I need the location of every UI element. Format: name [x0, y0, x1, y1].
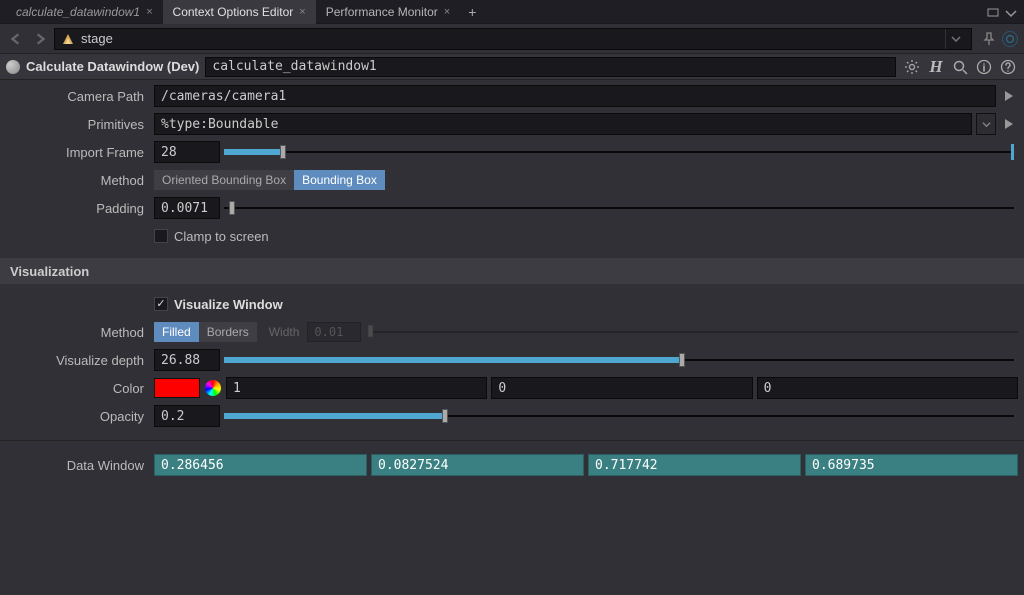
row-camera-path: Camera Path: [6, 84, 1018, 108]
data-window-ymax[interactable]: 0.689735: [805, 454, 1018, 476]
primitives-input[interactable]: [154, 113, 972, 135]
color-r-input[interactable]: [226, 377, 487, 399]
label-vis-method: Method: [6, 325, 154, 340]
visualize-window-checkbox[interactable]: [154, 297, 168, 311]
clamp-to-screen-checkbox[interactable]: [154, 229, 168, 243]
search-icon[interactable]: [950, 57, 970, 77]
pin-icon[interactable]: [980, 30, 998, 48]
jump-to-operator-icon[interactable]: [1000, 87, 1018, 105]
path-dropdown-icon[interactable]: [945, 29, 965, 49]
tab-label: Performance Monitor: [326, 5, 438, 19]
add-tab-button[interactable]: +: [460, 5, 484, 19]
vis-method-toggle: Filled Borders: [154, 322, 257, 342]
color-b-input[interactable]: [757, 377, 1018, 399]
row-data-window: Data Window 0.286456 0.0827524 0.717742 …: [6, 453, 1018, 477]
color-g-input[interactable]: [491, 377, 752, 399]
row-visualize-window: Visualize Window: [6, 292, 1018, 316]
vis-method-filled[interactable]: Filled: [154, 322, 199, 342]
camera-path-input[interactable]: [154, 85, 996, 107]
close-icon[interactable]: ×: [444, 6, 450, 18]
tab-performance-monitor[interactable]: Performance Monitor ×: [316, 0, 460, 24]
back-button[interactable]: [6, 29, 26, 49]
row-primitives: Primitives: [6, 112, 1018, 136]
tab-calculate-datawindow1[interactable]: calculate_datawindow1 ×: [6, 0, 163, 24]
import-frame-value[interactable]: 28: [154, 141, 220, 163]
label-color: Color: [6, 381, 154, 396]
opacity-input[interactable]: [154, 405, 220, 427]
stage-icon: [61, 32, 75, 46]
import-frame-slider[interactable]: [224, 143, 1014, 161]
label-padding: Padding: [6, 201, 154, 216]
tab-label: Context Options Editor: [173, 5, 294, 19]
link-follow-icon[interactable]: [1002, 31, 1018, 47]
label-visualize-depth: Visualize depth: [6, 353, 154, 368]
path-text: stage: [81, 31, 113, 46]
tab-context-options-editor[interactable]: Context Options Editor ×: [163, 0, 316, 24]
data-window-xmin[interactable]: 0.286456: [154, 454, 367, 476]
tab-bar: calculate_datawindow1 × Context Options …: [0, 0, 1024, 24]
visualize-depth-slider[interactable]: [224, 351, 1014, 369]
gear-icon[interactable]: [902, 57, 922, 77]
path-input[interactable]: stage: [54, 28, 972, 50]
padding-input[interactable]: [154, 197, 220, 219]
vis-method-borders[interactable]: Borders: [199, 322, 257, 342]
label-data-window: Data Window: [6, 458, 154, 473]
info-icon[interactable]: [974, 57, 994, 77]
method-option-bb[interactable]: Bounding Box: [294, 170, 385, 190]
node-type-label: Calculate Datawindow (Dev): [26, 59, 199, 74]
clamp-to-screen-label: Clamp to screen: [174, 229, 269, 244]
visualize-window-label: Visualize Window: [174, 297, 283, 312]
houdini-h-icon[interactable]: H: [926, 57, 946, 77]
label-primitives: Primitives: [6, 117, 154, 132]
label-opacity: Opacity: [6, 409, 154, 424]
primitives-dropdown-button[interactable]: [976, 113, 996, 135]
width-input: [307, 322, 361, 342]
label-camera-path: Camera Path: [6, 89, 154, 104]
divider: [0, 440, 1024, 441]
section-visualization[interactable]: Visualization: [0, 258, 1024, 284]
node-type-icon: [6, 60, 20, 74]
label-import-frame: Import Frame: [6, 145, 154, 160]
data-window-ymin[interactable]: 0.0827524: [371, 454, 584, 476]
visualize-depth-input[interactable]: [154, 349, 220, 371]
row-vis-method: Method Filled Borders Width: [6, 320, 1018, 344]
parameter-panel: Camera Path Primitives Import Frame 28: [0, 80, 1024, 477]
row-opacity: Opacity: [6, 404, 1018, 428]
color-wheel-icon[interactable]: [204, 379, 222, 397]
color-swatch[interactable]: [154, 378, 200, 398]
help-icon[interactable]: [998, 57, 1018, 77]
node-header: Calculate Datawindow (Dev) H: [0, 54, 1024, 80]
forward-button[interactable]: [30, 29, 50, 49]
row-method: Method Oriented Bounding Box Bounding Bo…: [6, 168, 1018, 192]
tab-label: calculate_datawindow1: [16, 5, 140, 19]
width-slider: [371, 323, 1018, 341]
path-bar: stage: [0, 24, 1024, 54]
row-padding: Padding: [6, 196, 1018, 220]
data-window-xmax[interactable]: 0.717742: [588, 454, 801, 476]
pane-menu-icon[interactable]: [1004, 5, 1018, 19]
opacity-slider[interactable]: [224, 407, 1014, 425]
padding-slider[interactable]: [224, 199, 1014, 217]
row-color: Color: [6, 376, 1018, 400]
row-import-frame: Import Frame 28: [6, 140, 1018, 164]
maximize-pane-icon[interactable]: [986, 5, 1000, 19]
method-option-oriented-bb[interactable]: Oriented Bounding Box: [154, 170, 294, 190]
row-visualize-depth: Visualize depth: [6, 348, 1018, 372]
close-icon[interactable]: ×: [299, 6, 305, 18]
label-method: Method: [6, 173, 154, 188]
row-clamp-to-screen: Clamp to screen: [6, 224, 1018, 248]
node-name-input[interactable]: [205, 57, 896, 77]
jump-to-operator-icon[interactable]: [1000, 115, 1018, 133]
width-label: Width: [269, 325, 300, 339]
method-toggle: Oriented Bounding Box Bounding Box: [154, 170, 385, 190]
close-icon[interactable]: ×: [146, 6, 152, 18]
